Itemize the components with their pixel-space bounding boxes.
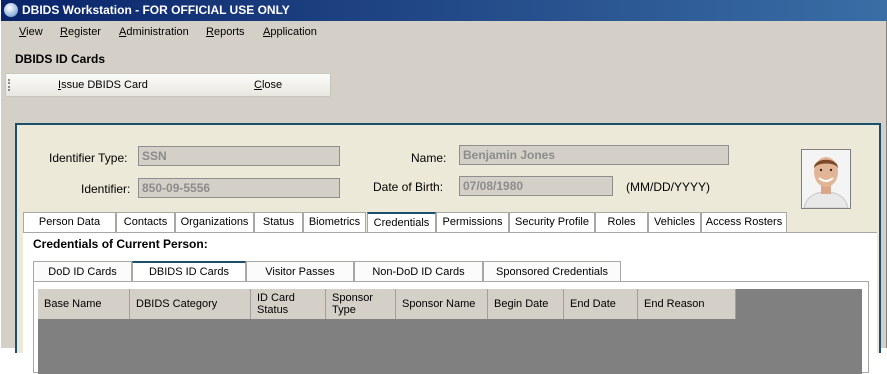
tab-contacts[interactable]: Contacts — [116, 212, 175, 232]
person-photo — [801, 149, 851, 209]
credentials-panel: Credentials of Current Person: DoD ID Ca… — [23, 232, 877, 374]
menu-view[interactable]: View — [19, 26, 43, 38]
identifier-type-label: Identifier Type: — [49, 151, 128, 165]
app-window: DBIDS Workstation - FOR OFFICIAL USE ONL… — [0, 0, 887, 374]
dob-field[interactable]: 07/08/1980 — [459, 176, 613, 196]
name-label: Name: — [411, 151, 447, 165]
column-begin-date[interactable]: Begin Date — [488, 289, 564, 319]
tab-permissions[interactable]: Permissions — [436, 212, 509, 232]
tab-roles[interactable]: Roles — [595, 212, 648, 232]
dob-format-hint: (MM/DD/YYYY) — [626, 180, 710, 194]
menu-register[interactable]: Register — [60, 26, 101, 38]
person-panel: Identifier Type: SSN Identifier: 850-09-… — [15, 123, 881, 374]
identifier-type-field[interactable]: SSN — [138, 146, 340, 166]
name-field[interactable]: Benjamin Jones — [459, 145, 729, 165]
credentials-grid: Base Name DBIDS Category ID Card Status … — [38, 289, 862, 374]
window-title: DBIDS Workstation - FOR OFFICIAL USE ONL… — [22, 3, 290, 17]
app-globe-icon — [4, 3, 18, 17]
subtab-non-dod-id-cards[interactable]: Non-DoD ID Cards — [354, 261, 483, 282]
subtab-visitor-passes[interactable]: Visitor Passes — [246, 261, 354, 282]
tab-organizations[interactable]: Organizations — [175, 212, 254, 232]
identifier-field[interactable]: 850-09-5556 — [138, 178, 340, 198]
close-button[interactable]: Close — [254, 79, 282, 91]
page-title: DBIDS ID Cards — [15, 52, 106, 66]
column-sponsor-type[interactable]: Sponsor Type — [326, 289, 396, 319]
column-end-reason[interactable]: End Reason — [638, 289, 736, 319]
issue-dbids-card-button[interactable]: Issue DBIDS Card — [58, 79, 148, 91]
toolbar: Issue DBIDS Card Close — [5, 73, 331, 97]
menu-administration[interactable]: Administration — [119, 26, 189, 38]
menu-bar: View Register Administration Reports App… — [1, 22, 887, 44]
dob-label: Date of Birth: — [373, 180, 444, 194]
tab-biometrics[interactable]: Biometrics — [303, 212, 366, 232]
identifier-label: Identifier: — [81, 182, 131, 196]
column-end-date[interactable]: End Date — [564, 289, 638, 319]
column-dbids-category[interactable]: DBIDS Category — [130, 289, 251, 319]
column-sponsor-name[interactable]: Sponsor Name — [396, 289, 488, 319]
subtab-sponsored-credentials[interactable]: Sponsored Credentials — [483, 261, 621, 282]
menu-application[interactable]: Application — [263, 26, 317, 38]
credentials-title: Credentials of Current Person: — [33, 237, 208, 251]
tab-person-data[interactable]: Person Data — [23, 212, 116, 232]
dbids-cards-tab-panel: Base Name DBIDS Category ID Card Status … — [33, 281, 869, 374]
column-id-card-status[interactable]: ID Card Status — [251, 289, 326, 319]
tab-access-rosters[interactable]: Access Rosters — [701, 212, 787, 232]
subtab-dbids-id-cards[interactable]: DBIDS ID Cards — [132, 261, 246, 282]
column-base-name[interactable]: Base Name — [38, 289, 130, 319]
person-photo-icon — [802, 150, 850, 208]
tab-credentials[interactable]: Credentials — [367, 212, 436, 232]
title-bar: DBIDS Workstation - FOR OFFICIAL USE ONL… — [1, 0, 887, 21]
toolbar-grip-icon[interactable] — [8, 79, 12, 91]
subtab-dod-id-cards[interactable]: DoD ID Cards — [33, 261, 132, 282]
tab-vehicles[interactable]: Vehicles — [648, 212, 701, 232]
tab-security-profile[interactable]: Security Profile — [509, 212, 595, 232]
tab-status[interactable]: Status — [254, 212, 303, 232]
menu-reports[interactable]: Reports — [206, 26, 245, 38]
